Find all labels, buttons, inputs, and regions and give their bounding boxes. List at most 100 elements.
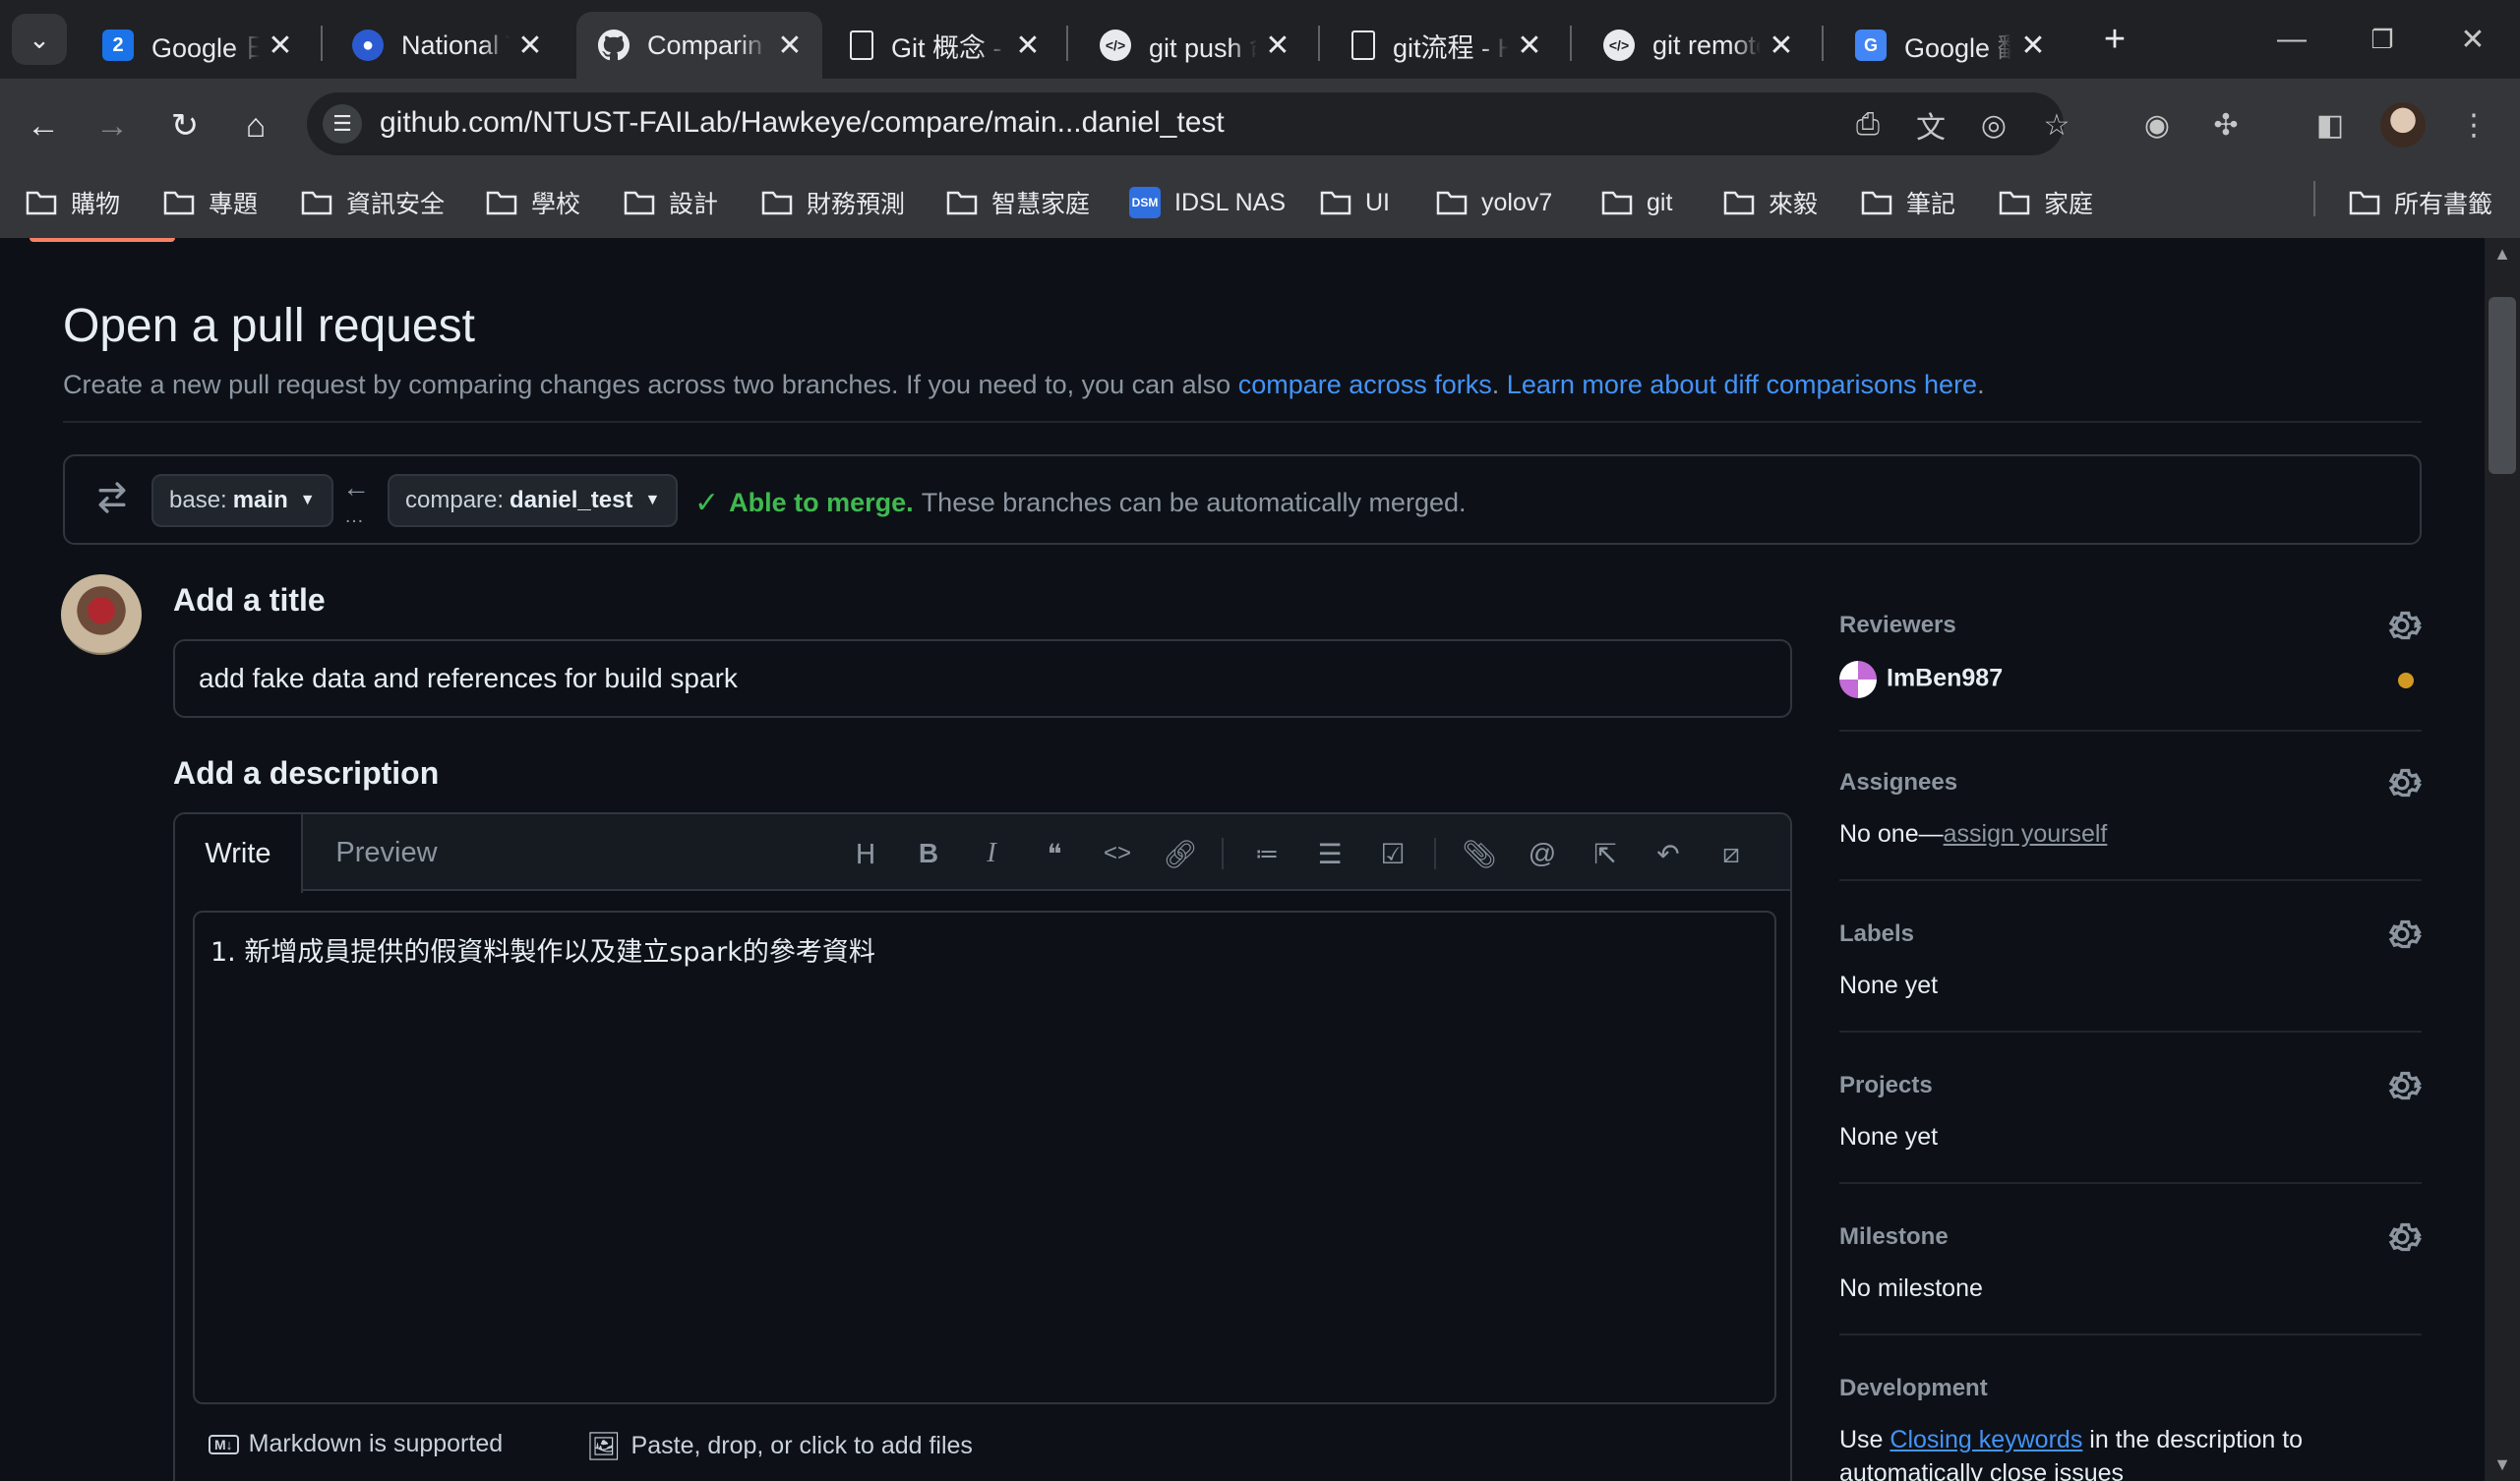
site-info-icon[interactable]: ☰: [323, 104, 362, 144]
bookmark-folder[interactable]: UI: [1320, 183, 1390, 222]
scroll-up-icon[interactable]: ▲: [2492, 244, 2512, 265]
browser-tab[interactable]: </> git push 命 ✕: [1078, 12, 1310, 79]
milestone-title[interactable]: Milestone: [1839, 1223, 1949, 1251]
menu-kebab-icon[interactable]: ⋮: [2451, 102, 2496, 148]
link-icon[interactable]: 🔗︎: [1159, 832, 1202, 875]
compare-across-forks-link[interactable]: compare across forks: [1238, 370, 1492, 399]
quote-icon[interactable]: ❝: [1033, 832, 1076, 875]
task-list-icon[interactable]: ☑: [1371, 832, 1414, 875]
forward-icon[interactable]: →: [89, 102, 136, 149]
extension-camera-icon[interactable]: ◉: [2134, 102, 2180, 148]
bookmark-link[interactable]: DSM IDSL NAS: [1129, 183, 1286, 222]
closing-keywords-link[interactable]: Closing keywords: [1890, 1426, 2082, 1453]
assign-yourself-link[interactable]: assign yourself: [1944, 820, 2108, 848]
new-tab-icon[interactable]: +: [2095, 19, 2134, 60]
reload-icon[interactable]: ↻: [161, 102, 209, 149]
merge-status: ✓ Able to merge. These branches can be a…: [694, 487, 1467, 519]
markdown-supported-link[interactable]: M↓ Markdown is supported: [209, 1430, 503, 1458]
browser-chrome: ⌄ 2 Google 日 ✕ ● National T ✕ Comparin ✕…: [0, 0, 2520, 238]
reply-icon[interactable]: ↶: [1647, 832, 1690, 875]
cross-reference-icon[interactable]: ⇱: [1584, 832, 1627, 875]
bookmark-star-icon[interactable]: ☆: [2034, 102, 2079, 148]
scrollbar-thumb[interactable]: [2489, 297, 2516, 474]
gear-icon[interactable]: [2382, 1217, 2422, 1257]
close-tab-icon[interactable]: ✕: [2018, 29, 2048, 63]
unordered-list-icon[interactable]: ☰: [1308, 832, 1351, 875]
ordered-list-icon[interactable]: ≔: [1245, 832, 1289, 875]
tab-write[interactable]: Write: [175, 814, 303, 893]
bookmark-folder[interactable]: 筆記: [1861, 183, 1955, 222]
pr-title-input[interactable]: [173, 639, 1792, 718]
reviewers-title[interactable]: Reviewers: [1839, 612, 1956, 639]
attach-icon[interactable]: 📎︎: [1458, 832, 1501, 875]
reviewer-item[interactable]: ImBen987: [1839, 661, 2003, 698]
attach-files-button[interactable]: 🖼︎ Paste, drop, or click to add files: [586, 1430, 973, 1462]
browser-tab[interactable]: G Google 翻 ✕: [1833, 12, 2066, 79]
compare-branch-select[interactable]: compare: daniel_test ▼: [388, 474, 679, 527]
browser-tab[interactable]: 2 Google 日 ✕: [81, 12, 313, 79]
gear-icon[interactable]: [2382, 915, 2422, 954]
bookmark-folder[interactable]: yolov7: [1436, 183, 1552, 222]
mention-icon[interactable]: @: [1521, 832, 1564, 875]
browser-tab-active[interactable]: Comparin ✕: [576, 12, 822, 79]
browser-tab[interactable]: Git 概念 - ✕: [828, 12, 1060, 79]
tab-divider: [1066, 26, 1068, 61]
bookmark-folder[interactable]: 財務預測: [761, 183, 905, 222]
bookmark-folder[interactable]: 家庭: [1999, 183, 2093, 222]
page-scrollbar[interactable]: ▲ ▼: [2485, 238, 2520, 1481]
home-icon[interactable]: ⌂: [232, 102, 279, 149]
extensions-puzzle-icon[interactable]: ✣: [2203, 102, 2249, 148]
tab-preview[interactable]: Preview: [323, 814, 450, 891]
close-tab-icon[interactable]: ✕: [515, 29, 545, 63]
gear-icon[interactable]: [2382, 763, 2422, 802]
code-icon[interactable]: <>: [1096, 832, 1139, 875]
browser-tab[interactable]: </> git remote ✕: [1582, 12, 1814, 79]
gear-icon[interactable]: [2382, 606, 2422, 645]
bookmark-folder[interactable]: 學校: [486, 183, 580, 222]
restore-icon[interactable]: ❐: [2353, 14, 2412, 65]
tracking-protection-icon[interactable]: ◎: [1971, 102, 2016, 148]
tab-search-button[interactable]: ⌄: [12, 14, 67, 65]
scroll-down-icon[interactable]: ▼: [2492, 1454, 2512, 1475]
labels-title[interactable]: Labels: [1839, 920, 1914, 948]
toolbar-divider: [1222, 838, 1224, 869]
slash-commands-icon[interactable]: ⧄: [1710, 832, 1753, 875]
address-bar[interactable]: ☰ github.com/NTUST-FAILab/Hawkeye/compar…: [307, 92, 2064, 155]
browser-tab[interactable]: ● National T ✕: [330, 12, 563, 79]
close-tab-icon[interactable]: ✕: [1767, 29, 1796, 63]
bookmark-folder[interactable]: 設計: [624, 183, 718, 222]
all-bookmarks-folder[interactable]: 所有書籤: [2349, 183, 2492, 222]
base-branch-select[interactable]: base: main ▼: [151, 474, 333, 527]
italic-icon[interactable]: I: [970, 832, 1013, 875]
bookmark-folder[interactable]: 購物: [26, 183, 120, 222]
bookmark-folder[interactable]: 專題: [163, 183, 258, 222]
assignees-title[interactable]: Assignees: [1839, 769, 1957, 797]
projects-title[interactable]: Projects: [1839, 1072, 1933, 1099]
bookmarks-divider: [2313, 181, 2315, 216]
gear-icon[interactable]: [2382, 1066, 2422, 1105]
document-icon: [1351, 30, 1375, 60]
heading-icon[interactable]: H: [844, 832, 887, 875]
profile-avatar[interactable]: [2380, 102, 2426, 148]
bold-icon[interactable]: B: [907, 832, 950, 875]
install-app-icon[interactable]: ⎙: [1845, 102, 1890, 148]
back-icon[interactable]: ←: [20, 102, 67, 149]
side-panel-icon[interactable]: ◧: [2308, 102, 2353, 148]
bookmark-folder[interactable]: 來毅: [1723, 183, 1818, 222]
close-tab-icon[interactable]: ✕: [266, 29, 295, 63]
minimize-icon[interactable]: —: [2262, 14, 2321, 65]
tab-strip: ⌄ 2 Google 日 ✕ ● National T ✕ Comparin ✕…: [0, 0, 2520, 79]
close-tab-icon[interactable]: ✕: [1263, 29, 1292, 63]
close-tab-icon[interactable]: ✕: [775, 29, 805, 63]
close-tab-icon[interactable]: ✕: [1013, 29, 1043, 63]
url-text[interactable]: github.com/NTUST-FAILab/Hawkeye/compare/…: [380, 106, 1225, 140]
translate-icon[interactable]: 文: [1908, 102, 1953, 148]
window-close-icon[interactable]: ✕: [2443, 14, 2502, 65]
bookmark-folder[interactable]: git: [1601, 183, 1672, 222]
bookmark-folder[interactable]: 資訊安全: [301, 183, 445, 222]
browser-tab[interactable]: git流程 - H ✕: [1330, 12, 1562, 79]
close-tab-icon[interactable]: ✕: [1515, 29, 1544, 63]
learn-more-diff-link[interactable]: Learn more about diff comparisons here: [1507, 370, 1977, 399]
pr-description-textarea[interactable]: 1. 新增成員提供的假資料製作以及建立spark的參考資料: [193, 911, 1776, 1404]
bookmark-folder[interactable]: 智慧家庭: [946, 183, 1090, 222]
